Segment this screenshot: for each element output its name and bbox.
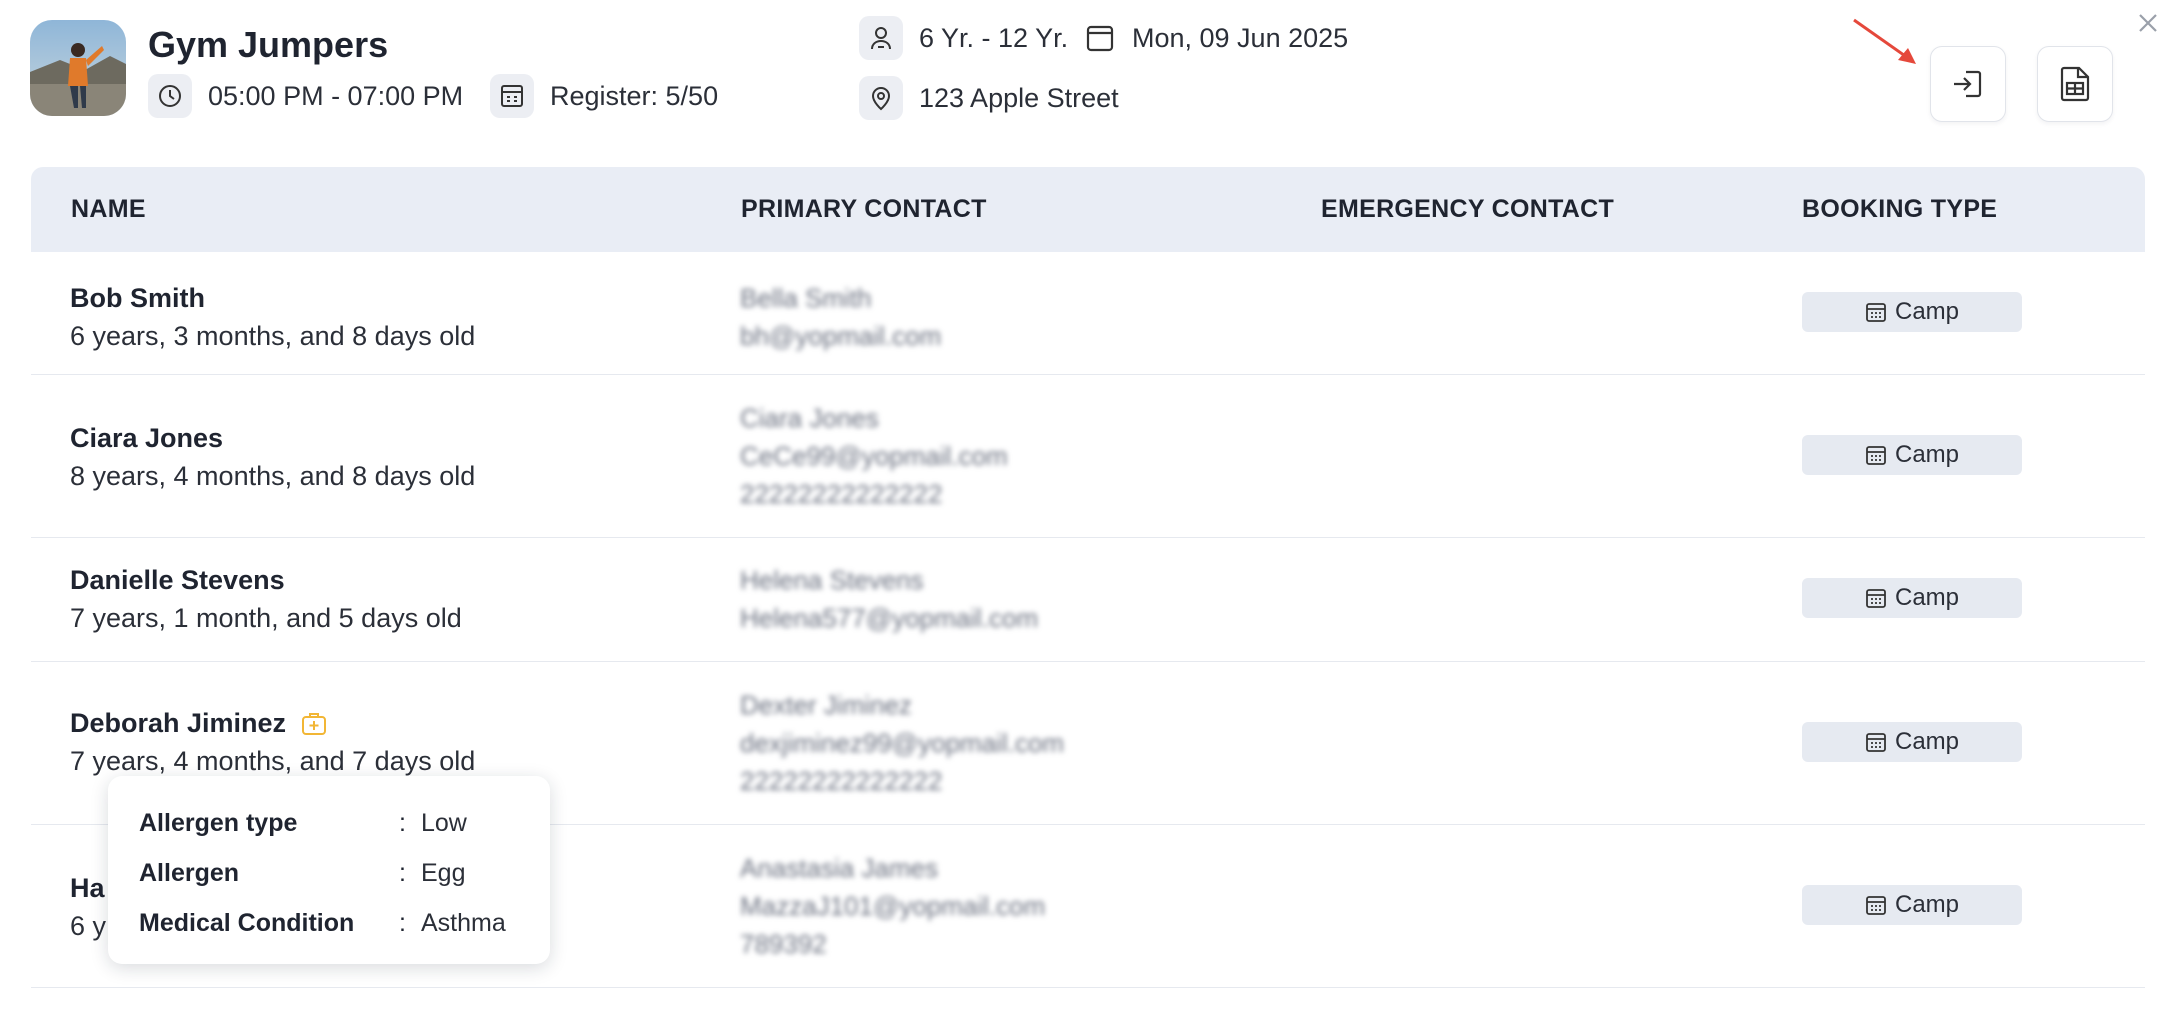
tooltip-colon: :: [399, 858, 406, 887]
primary-contact: Ciara Jones CeCe99@yopmail.com 222222222…: [740, 399, 1120, 513]
attendee-name[interactable]: Ciara Jones: [70, 419, 475, 457]
tooltip-value: Asthma: [421, 908, 506, 937]
attendee-age: 6 y: [70, 911, 107, 941]
session-address-text: 123 Apple Street: [919, 82, 1119, 113]
column-header-emergency-contact[interactable]: EMERGENCY CONTACT: [1321, 167, 1614, 252]
primary-contact: Anastasia James MazzaJ101@yopmail.com 78…: [740, 849, 1120, 963]
attendee-name[interactable]: Deborah Jiminez: [70, 704, 475, 742]
session-time: 05:00 PM - 07:00 PM: [148, 74, 463, 118]
primary-contact: Dexter Jiminez dexjiminez99@yopmail.com …: [740, 686, 1120, 800]
tooltip-label: Allergen type: [139, 808, 298, 837]
contact-email: CeCe99@yopmail.com: [740, 441, 1008, 471]
attendee-cell: Danielle Stevens 7 years, 1 month, and 5…: [70, 561, 462, 637]
attendee-cell: Deborah Jiminez 7 years, 4 months, and 7…: [70, 704, 475, 780]
contact-name: Bella Smith: [740, 283, 872, 313]
tooltip-row-allergen-type: Allergen type : Low: [139, 798, 520, 848]
attendee-name[interactable]: Ha: [70, 869, 106, 907]
sign-in-icon: [1954, 70, 1982, 98]
attendee-cell: Bob Smith 6 years, 3 months, and 8 days …: [70, 279, 475, 355]
booking-type-label: Camp: [1894, 584, 1960, 611]
booking-type-badge: Camp: [1802, 885, 2022, 925]
contact-name: Dexter Jiminez: [740, 690, 912, 720]
attendee-age: 7 years, 1 month, and 5 days old: [70, 603, 462, 633]
session-date-text: Mon, 09 Jun 2025: [1132, 22, 1349, 53]
contact-email: dexjiminez99@yopmail.com: [740, 728, 1065, 758]
register-count-text: Register: 5/50: [550, 80, 719, 111]
booking-type-label: Camp: [1894, 298, 1960, 325]
column-header-booking-type[interactable]: BOOKING TYPE: [1802, 167, 1997, 252]
tooltip-label: Medical Condition: [139, 908, 355, 937]
clock-icon: [148, 74, 192, 118]
session-address: 123 Apple Street: [859, 76, 1119, 120]
attendee-name[interactable]: Danielle Stevens: [70, 561, 462, 599]
session-avatar: [30, 20, 126, 116]
session-header: Gym Jumpers 05:00 PM - 07:00 PM Register…: [0, 0, 2163, 160]
tooltip-value: Low: [421, 808, 467, 837]
booking-type-badge: Camp: [1802, 435, 2022, 475]
attendee-age: 8 years, 4 months, and 8 days old: [70, 461, 476, 491]
booking-type-badge: Camp: [1802, 292, 2022, 332]
register-icon: [490, 74, 534, 118]
calendar-grid-icon: [1866, 896, 1886, 915]
table-row[interactable]: Ciara Jones 8 years, 4 months, and 8 day…: [31, 375, 2145, 538]
attendee-name[interactable]: Bob Smith: [70, 279, 475, 317]
calendar-icon: [1078, 16, 1122, 60]
contact-name: Ciara Jones: [740, 403, 879, 433]
register-count: Register: 5/50: [490, 74, 718, 118]
booking-type-label: Camp: [1894, 728, 1960, 755]
calendar-grid-icon: [1866, 446, 1886, 465]
primary-contact: Helena Stevens Helena577@yopmail.com: [740, 561, 1120, 637]
medical-bag-icon[interactable]: [300, 709, 328, 737]
close-icon[interactable]: [2133, 8, 2163, 38]
age-range-text: 6 Yr. - 12 Yr.: [919, 22, 1069, 53]
contact-phone: 22222222222222: [740, 766, 943, 796]
booking-type-label: Camp: [1894, 891, 1960, 918]
location-icon: [859, 76, 903, 120]
spreadsheet-icon: [2060, 66, 2090, 102]
contact-email: bh@yopmail.com: [740, 321, 942, 351]
tooltip-colon: :: [399, 808, 406, 837]
tooltip-row-medical-condition: Medical Condition : Asthma: [139, 898, 520, 948]
session-date: Mon, 09 Jun 2025: [1078, 16, 1348, 60]
calendar-grid-icon: [1866, 303, 1886, 322]
attendee-cell: Ciara Jones 8 years, 4 months, and 8 day…: [70, 419, 475, 495]
pointer-arrow-icon: [1853, 18, 1916, 64]
contact-name: Anastasia James: [740, 853, 938, 883]
table-header: NAME PRIMARY CONTACT EMERGENCY CONTACT B…: [31, 167, 2145, 252]
export-sheet-button[interactable]: [2037, 46, 2113, 122]
table-row[interactable]: Danielle Stevens 7 years, 1 month, and 5…: [31, 538, 2145, 662]
calendar-grid-icon: [1866, 733, 1886, 752]
contact-phone: 789392: [740, 929, 827, 959]
column-header-primary-contact[interactable]: PRIMARY CONTACT: [741, 167, 987, 252]
primary-contact: Bella Smith bh@yopmail.com: [740, 279, 1120, 355]
column-header-name[interactable]: NAME: [71, 167, 146, 252]
contact-phone: 22222222222222: [740, 479, 943, 509]
contact-email: Helena577@yopmail.com: [740, 603, 1039, 633]
attendee-age: 7 years, 4 months, and 7 days old: [70, 746, 476, 776]
attendee-name-text: Deborah Jiminez: [70, 708, 287, 738]
contact-email: MazzaJ101@yopmail.com: [740, 891, 1046, 921]
session-time-text: 05:00 PM - 07:00 PM: [208, 80, 464, 111]
check-in-button[interactable]: [1930, 46, 2006, 122]
tooltip-row-allergen: Allergen : Egg: [139, 848, 520, 898]
tooltip-label: Allergen: [139, 858, 240, 887]
attendee-cell: Ha 6 y: [70, 869, 106, 945]
session-title: Gym Jumpers: [148, 24, 389, 65]
calendar-grid-icon: [1866, 589, 1886, 608]
attendee-age: 6 years, 3 months, and 8 days old: [70, 321, 476, 351]
booking-type-label: Camp: [1894, 441, 1960, 468]
tooltip-colon: :: [399, 908, 406, 937]
age-range: 6 Yr. - 12 Yr.: [859, 16, 1068, 60]
booking-type-badge: Camp: [1802, 578, 2022, 618]
person-icon: [859, 16, 903, 60]
medical-info-tooltip: Allergen type : Low Allergen : Egg Medic…: [108, 776, 550, 964]
booking-type-badge: Camp: [1802, 722, 2022, 762]
contact-name: Helena Stevens: [740, 565, 924, 595]
table-row[interactable]: Bob Smith 6 years, 3 months, and 8 days …: [31, 252, 2145, 375]
tooltip-value: Egg: [421, 858, 466, 887]
